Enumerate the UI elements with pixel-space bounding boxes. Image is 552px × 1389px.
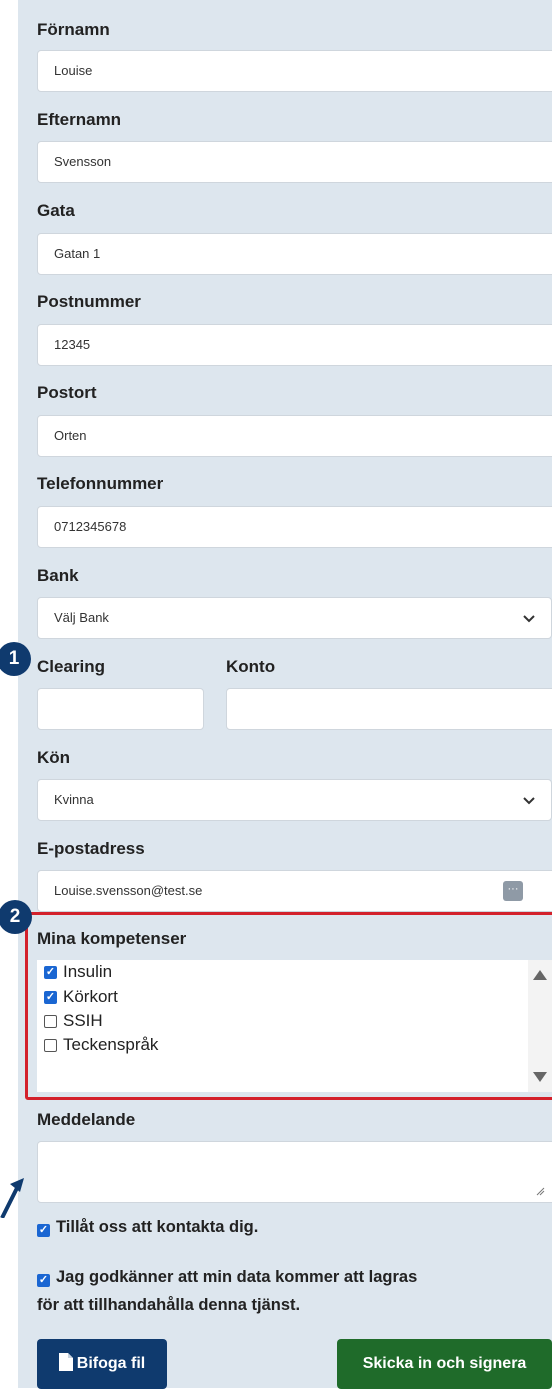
city-input[interactable]: Orten — [37, 415, 552, 457]
competence-option-ssih[interactable]: SSIH — [44, 1011, 103, 1031]
checkbox-unchecked-icon[interactable] — [44, 1038, 57, 1052]
city-label: Postort — [37, 383, 97, 402]
checkbox-checked-icon[interactable]: ✓ — [44, 990, 57, 1004]
competences-label: Mina kompetenser — [37, 929, 187, 948]
gender-select-value: Kvinna — [54, 792, 94, 807]
listbox-scrollbar[interactable] — [528, 960, 552, 1092]
email-value: Louise.svensson@test.se — [54, 883, 203, 898]
contact-consent-label: Tillåt oss att kontakta dig. — [56, 1218, 259, 1236]
gender-select[interactable]: Kvinna — [37, 779, 552, 821]
email-input[interactable]: Louise.svensson@test.se ··· — [37, 870, 552, 912]
phone-label: Telefonnummer — [37, 474, 164, 493]
option-label: SSIH — [63, 1011, 103, 1030]
postal-code-input[interactable]: 12345 — [37, 324, 552, 366]
account-input[interactable] — [226, 688, 552, 730]
last-name-input[interactable]: Svensson — [37, 141, 552, 183]
last-name-label: Efternamn — [37, 110, 122, 129]
competence-option-teckensprak[interactable]: Teckenspråk — [44, 1035, 158, 1055]
contact-consent-row[interactable]: ✓ Tillåt oss att kontakta dig. — [37, 1213, 258, 1241]
option-label: Teckenspråk — [63, 1035, 159, 1054]
street-label: Gata — [37, 201, 75, 220]
dots-icon[interactable]: ··· — [503, 881, 523, 901]
street-input[interactable]: Gatan 1 — [37, 233, 552, 275]
attach-file-button[interactable]: Bifoga fil — [37, 1339, 167, 1389]
competence-option-insulin[interactable]: ✓ Insulin — [44, 962, 112, 982]
clearing-input[interactable] — [37, 688, 204, 730]
account-label: Konto — [226, 657, 276, 676]
competences-listbox[interactable] — [37, 960, 552, 1092]
clearing-label: Clearing — [37, 657, 106, 676]
checkbox-checked-icon[interactable]: ✓ — [37, 1274, 50, 1287]
scroll-up-icon[interactable] — [533, 970, 547, 980]
chevron-down-icon — [523, 598, 535, 638]
first-name-label: Förnamn — [37, 20, 110, 39]
data-consent-row[interactable]: ✓ Jag godkänner att min data kommer att l… — [37, 1263, 417, 1319]
option-label: Körkort — [63, 987, 118, 1006]
message-textarea[interactable] — [37, 1141, 552, 1203]
bank-select[interactable]: Välj Bank — [37, 597, 552, 639]
gender-label: Kön — [37, 748, 71, 767]
attach-file-label: Bifoga fil — [76, 1355, 146, 1372]
data-consent-label: Jag godkänner att min data kommer att la… — [56, 1268, 418, 1286]
bank-select-value: Välj Bank — [54, 610, 109, 625]
postal-code-label: Postnummer — [37, 292, 141, 311]
arrow-annotation-icon — [0, 1178, 24, 1218]
chevron-down-icon — [523, 780, 535, 820]
checkbox-unchecked-icon[interactable] — [44, 1014, 57, 1028]
phone-input[interactable]: 0712345678 — [37, 506, 552, 548]
checkbox-checked-icon[interactable]: ✓ — [44, 965, 57, 979]
message-label: Meddelande — [37, 1110, 136, 1129]
file-icon — [58, 1353, 73, 1371]
submit-sign-button[interactable]: Skicka in och signera — [337, 1339, 552, 1389]
first-name-input[interactable]: Louise — [37, 50, 552, 92]
competence-option-korkort[interactable]: ✓ Körkort — [44, 987, 118, 1007]
bank-label: Bank — [37, 566, 79, 585]
option-label: Insulin — [63, 962, 113, 981]
data-consent-label-line2: för att tillhandahålla denna tjänst. — [37, 1296, 301, 1314]
scroll-down-icon[interactable] — [533, 1072, 547, 1082]
resize-handle-icon[interactable] — [535, 1186, 545, 1196]
email-label: E-postadress — [37, 839, 145, 858]
checkbox-checked-icon[interactable]: ✓ — [37, 1224, 50, 1237]
